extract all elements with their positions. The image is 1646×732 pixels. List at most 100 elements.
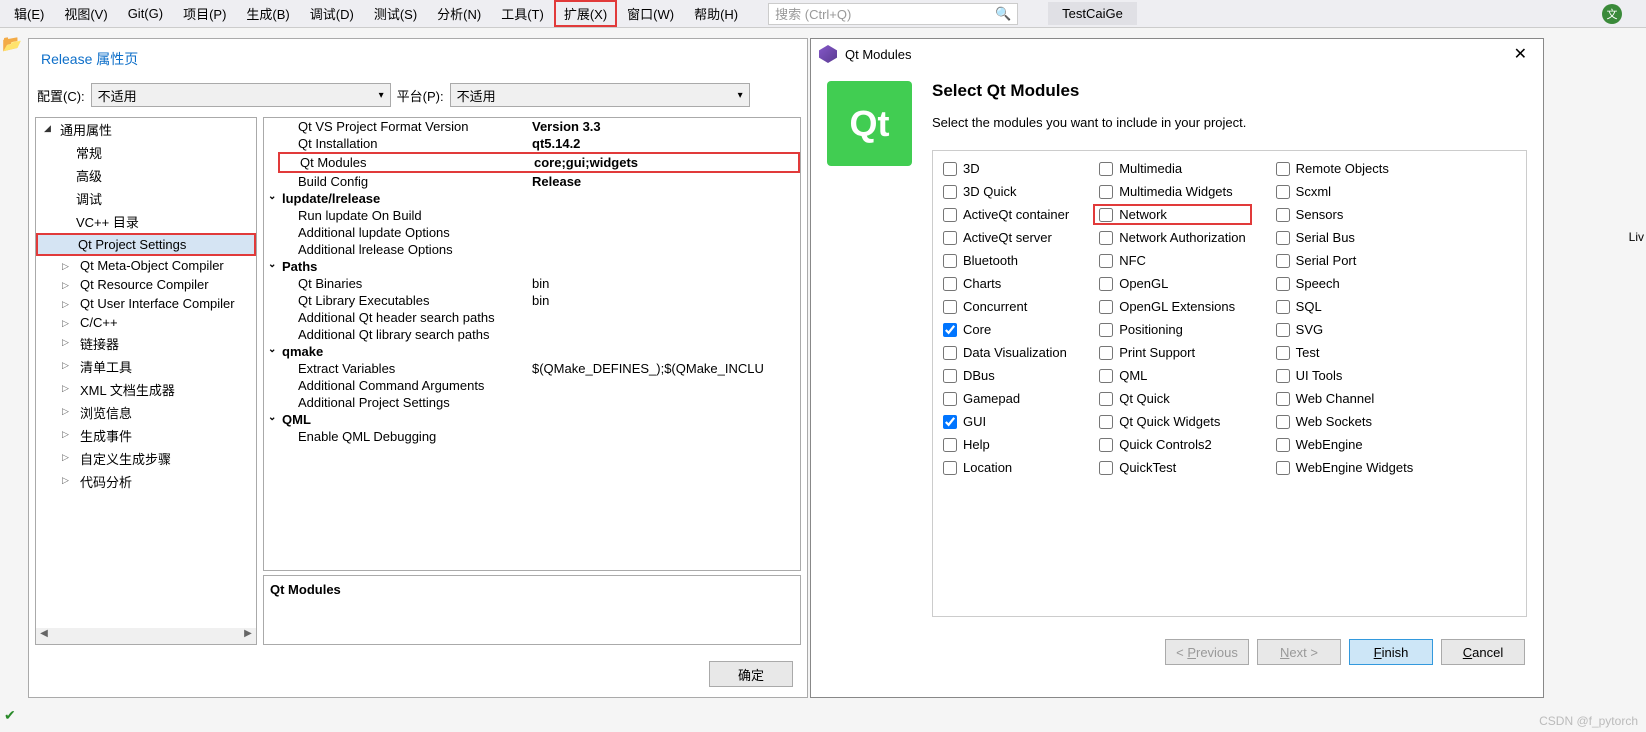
tree-item-5[interactable]: Qt Project Settings xyxy=(38,235,254,254)
grid-row[interactable]: Additional Command Arguments xyxy=(278,377,800,394)
grid-row[interactable]: Enable QML Debugging xyxy=(278,428,800,445)
next-button[interactable]: Next > xyxy=(1257,639,1341,665)
tree-item-9[interactable]: C/C++ xyxy=(36,313,256,332)
ok-button[interactable]: 确定 xyxy=(709,661,793,687)
grid-row[interactable]: Qt VS Project Format VersionVersion 3.3 xyxy=(278,118,800,135)
module-checkbox-network[interactable]: Network xyxy=(1093,204,1251,225)
platform-dropdown[interactable]: 不适用▾ xyxy=(450,83,750,107)
category-tree[interactable]: 通用属性常规高级调试VC++ 目录Qt Project SettingsQt M… xyxy=(35,117,257,645)
module-checkbox-serial-bus[interactable]: Serial Bus xyxy=(1276,230,1414,245)
menu-item-3[interactable]: 项目(P) xyxy=(173,0,236,27)
tree-item-8[interactable]: Qt User Interface Compiler xyxy=(36,294,256,313)
menu-item-5[interactable]: 调试(D) xyxy=(300,0,364,27)
module-checkbox-concurrent[interactable]: Concurrent xyxy=(943,299,1069,314)
menu-item-9[interactable]: 扩展(X) xyxy=(554,0,617,27)
module-checkbox-serial-port[interactable]: Serial Port xyxy=(1276,253,1414,268)
menu-item-11[interactable]: 帮助(H) xyxy=(684,0,748,27)
grid-section-header[interactable]: ⌄Paths xyxy=(278,259,317,274)
grid-section-header[interactable]: ⌄QML xyxy=(278,412,311,427)
module-checkbox-3d[interactable]: 3D xyxy=(943,161,1069,176)
tree-item-11[interactable]: 清单工具 xyxy=(36,355,256,378)
menu-item-2[interactable]: Git(G) xyxy=(118,2,173,25)
module-checkbox-test[interactable]: Test xyxy=(1276,345,1414,360)
grid-section-header[interactable]: ⌄lupdate/lrelease xyxy=(278,191,380,206)
module-checkbox-qt-quick[interactable]: Qt Quick xyxy=(1099,391,1245,406)
tree-item-0[interactable]: 通用属性 xyxy=(36,118,256,141)
module-checkbox-webengine[interactable]: WebEngine xyxy=(1276,437,1414,452)
previous-button[interactable]: < PPreviousrevious xyxy=(1165,639,1249,665)
grid-row[interactable]: Run lupdate On Build xyxy=(278,207,800,224)
module-checkbox-multimedia-widgets[interactable]: Multimedia Widgets xyxy=(1099,184,1245,199)
module-checkbox-3d-quick[interactable]: 3D Quick xyxy=(943,184,1069,199)
tree-item-6[interactable]: Qt Meta-Object Compiler xyxy=(36,256,256,275)
folder-open-icon[interactable]: 📂 xyxy=(2,34,22,54)
module-checkbox-positioning[interactable]: Positioning xyxy=(1099,322,1245,337)
tree-item-10[interactable]: 链接器 xyxy=(36,332,256,355)
module-checkbox-activeqt-server[interactable]: ActiveQt server xyxy=(943,230,1069,245)
module-checkbox-data-visualization[interactable]: Data Visualization xyxy=(943,345,1069,360)
module-checkbox-quicktest[interactable]: QuickTest xyxy=(1099,460,1245,475)
tree-item-3[interactable]: 调试 xyxy=(36,187,256,210)
module-checkbox-charts[interactable]: Charts xyxy=(943,276,1069,291)
grid-row[interactable]: Additional Qt header search paths xyxy=(278,309,800,326)
grid-row[interactable]: Additional lrelease Options xyxy=(278,241,800,258)
module-checkbox-web-channel[interactable]: Web Channel xyxy=(1276,391,1414,406)
tree-item-12[interactable]: XML 文档生成器 xyxy=(36,378,256,401)
module-checkbox-speech[interactable]: Speech xyxy=(1276,276,1414,291)
module-checkbox-opengl[interactable]: OpenGL xyxy=(1099,276,1245,291)
module-checkbox-ui-tools[interactable]: UI Tools xyxy=(1276,368,1414,383)
tree-item-13[interactable]: 浏览信息 xyxy=(36,401,256,424)
menu-item-6[interactable]: 测试(S) xyxy=(364,0,427,27)
tree-item-16[interactable]: 代码分析 xyxy=(36,470,256,493)
grid-row[interactable]: Qt Library Executablesbin xyxy=(278,292,800,309)
menu-item-4[interactable]: 生成(B) xyxy=(236,0,299,27)
grid-row[interactable]: Additional Project Settings xyxy=(278,394,800,411)
user-avatar[interactable]: 文 xyxy=(1602,4,1622,24)
module-checkbox-sql[interactable]: SQL xyxy=(1276,299,1414,314)
module-checkbox-opengl-extensions[interactable]: OpenGL Extensions xyxy=(1099,299,1245,314)
module-checkbox-svg[interactable]: SVG xyxy=(1276,322,1414,337)
menu-item-7[interactable]: 分析(N) xyxy=(427,0,491,27)
search-input[interactable]: 搜索 (Ctrl+Q) 🔍 xyxy=(768,3,1018,25)
grid-row[interactable]: Additional Qt library search paths xyxy=(278,326,800,343)
module-checkbox-qml[interactable]: QML xyxy=(1099,368,1245,383)
tree-item-4[interactable]: VC++ 目录 xyxy=(36,210,256,233)
property-grid[interactable]: Qt VS Project Format VersionVersion 3.3Q… xyxy=(263,117,801,571)
grid-row[interactable]: Extract Variables$(QMake_DEFINES_);$(QMa… xyxy=(278,360,800,377)
tree-item-15[interactable]: 自定义生成步骤 xyxy=(36,447,256,470)
module-checkbox-dbus[interactable]: DBus xyxy=(943,368,1069,383)
menu-item-0[interactable]: 辑(E) xyxy=(4,0,54,27)
module-checkbox-remote-objects[interactable]: Remote Objects xyxy=(1276,161,1414,176)
module-checkbox-core[interactable]: Core xyxy=(943,322,1069,337)
close-icon[interactable]: ✕ xyxy=(1506,44,1535,64)
module-checkbox-location[interactable]: Location xyxy=(943,460,1069,475)
menu-item-10[interactable]: 窗口(W) xyxy=(617,0,684,27)
grid-row[interactable]: Qt Binariesbin xyxy=(278,275,800,292)
module-checkbox-gamepad[interactable]: Gamepad xyxy=(943,391,1069,406)
grid-row[interactable]: Qt Installationqt5.14.2 xyxy=(278,135,800,152)
module-checkbox-activeqt-container[interactable]: ActiveQt container xyxy=(943,207,1069,222)
module-checkbox-sensors[interactable]: Sensors xyxy=(1276,207,1414,222)
grid-row[interactable]: Qt Modulescore;gui;widgets xyxy=(278,152,800,173)
menu-item-8[interactable]: 工具(T) xyxy=(491,0,554,27)
grid-row[interactable]: Build ConfigRelease xyxy=(278,173,800,190)
module-checkbox-quick-controls2[interactable]: Quick Controls2 xyxy=(1099,437,1245,452)
module-checkbox-web-sockets[interactable]: Web Sockets xyxy=(1276,414,1414,429)
tree-item-7[interactable]: Qt Resource Compiler xyxy=(36,275,256,294)
module-checkbox-multimedia[interactable]: Multimedia xyxy=(1099,161,1245,176)
module-checkbox-bluetooth[interactable]: Bluetooth xyxy=(943,253,1069,268)
menu-item-1[interactable]: 视图(V) xyxy=(54,0,117,27)
cancel-button[interactable]: Cancel xyxy=(1441,639,1525,665)
module-checkbox-webengine-widgets[interactable]: WebEngine Widgets xyxy=(1276,460,1414,475)
tree-item-14[interactable]: 生成事件 xyxy=(36,424,256,447)
module-checkbox-help[interactable]: Help xyxy=(943,437,1069,452)
module-checkbox-qt-quick-widgets[interactable]: Qt Quick Widgets xyxy=(1099,414,1245,429)
module-checkbox-print-support[interactable]: Print Support xyxy=(1099,345,1245,360)
config-dropdown[interactable]: 不适用▾ xyxy=(91,83,391,107)
grid-section-header[interactable]: ⌄qmake xyxy=(278,344,323,359)
grid-row[interactable]: Additional lupdate Options xyxy=(278,224,800,241)
tree-item-2[interactable]: 高级 xyxy=(36,164,256,187)
horizontal-scrollbar[interactable]: ◀▶ xyxy=(36,628,256,644)
solution-name[interactable]: TestCaiGe xyxy=(1048,2,1137,25)
module-checkbox-scxml[interactable]: Scxml xyxy=(1276,184,1414,199)
